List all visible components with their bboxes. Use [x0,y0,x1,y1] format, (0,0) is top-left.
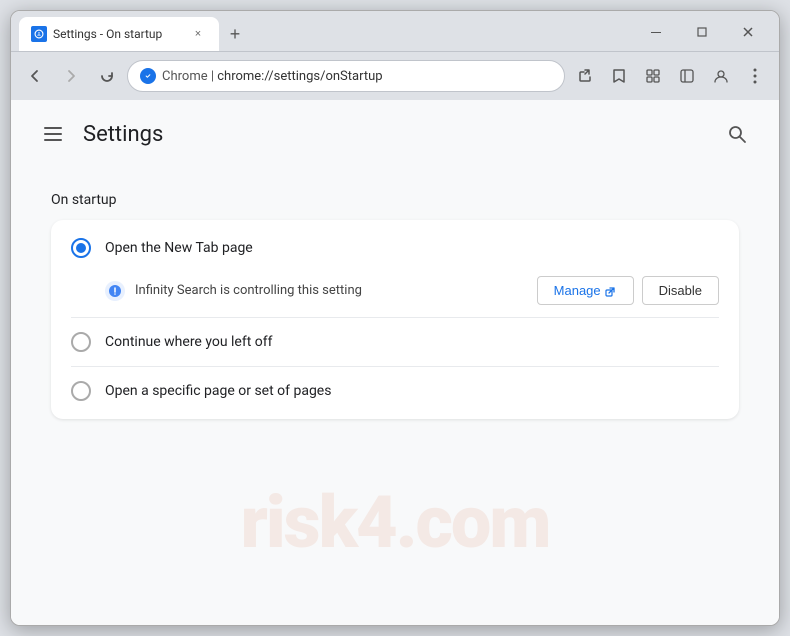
section-title: On startup [51,192,739,208]
title-bar: Settings - On startup × + [11,11,779,51]
toolbar: Chrome | chrome://settings/onStartup [11,52,779,100]
options-card: Open the New Tab page Infinity Search is… [51,220,739,419]
radio-new-tab [71,238,91,258]
settings-content: On startup Open the New Tab page [11,168,779,625]
disable-button[interactable]: Disable [642,276,719,305]
profile-button[interactable] [705,60,737,92]
minimize-button[interactable] [633,19,679,45]
address-text: Chrome | chrome://settings/onStartup [162,69,383,84]
tab-title: Settings - On startup [53,27,183,41]
sidebar-toggle-button[interactable] [671,60,703,92]
option-new-tab-label: Open the New Tab page [105,240,719,256]
tab-favicon [31,26,47,42]
warning-text: Infinity Search is controlling this sett… [135,283,527,298]
menu-line-2 [44,133,62,135]
option-new-tab[interactable]: Open the New Tab page [51,228,739,268]
warning-row: Infinity Search is controlling this sett… [51,268,739,313]
share-button[interactable] [569,60,601,92]
header-left: Settings [35,116,163,152]
bookmark-button[interactable] [603,60,635,92]
settings-search-button[interactable] [719,116,755,152]
option-specific-page-label: Open a specific page or set of pages [105,383,719,399]
radio-new-tab-inner [76,243,86,253]
warning-icon [105,281,125,301]
settings-header: Settings [11,100,779,168]
option-continue-label: Continue where you left off [105,334,719,350]
radio-continue [71,332,91,352]
radio-specific-page [71,381,91,401]
manage-button[interactable]: Manage [537,276,634,305]
divider-1 [71,317,719,318]
close-button[interactable] [725,19,771,45]
new-tab-button[interactable]: + [221,20,249,48]
toolbar-actions [569,60,771,92]
tab-close-button[interactable]: × [189,25,207,43]
settings-page-title: Settings [83,122,163,147]
browser-window: Settings - On startup × + [10,10,780,626]
menu-line-3 [44,139,62,141]
address-bar[interactable]: Chrome | chrome://settings/onStartup [127,60,565,92]
warning-actions: Manage Disable [537,276,719,305]
menu-line-1 [44,127,62,129]
back-button[interactable] [19,60,51,92]
maximize-button[interactable] [679,19,725,45]
site-security-icon [140,68,156,84]
option-continue[interactable]: Continue where you left off [51,322,739,362]
active-tab[interactable]: Settings - On startup × [19,17,219,51]
content-area: Settings On startup Open the New Tab [11,100,779,625]
forward-button[interactable] [55,60,87,92]
chrome-menu-button[interactable] [739,60,771,92]
content-wrapper: Settings On startup Open the New Tab [11,100,779,625]
window-controls [633,19,771,45]
divider-2 [71,366,719,367]
option-specific-page[interactable]: Open a specific page or set of pages [51,371,739,411]
extensions-button[interactable] [637,60,669,92]
refresh-button[interactable] [91,60,123,92]
settings-menu-button[interactable] [35,116,71,152]
